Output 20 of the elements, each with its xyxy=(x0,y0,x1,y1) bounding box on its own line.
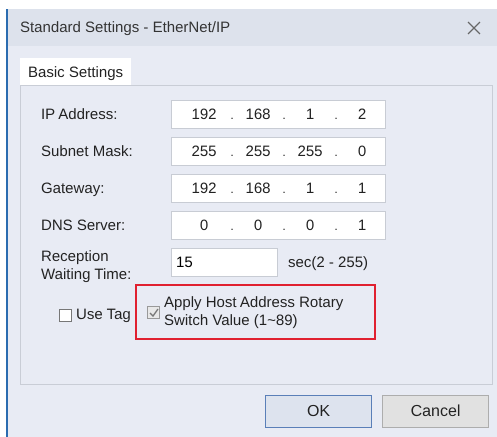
field-label: Gateway: xyxy=(41,180,106,197)
field-label: Reception Waiting Time: xyxy=(41,248,132,284)
ip-address-field[interactable]: 0 . 0 . 0 . 1 xyxy=(171,211,386,240)
tab[interactable]: Basic Settings xyxy=(20,58,132,85)
checkbox-label: Use Tag xyxy=(76,306,131,324)
field-label: DNS Server: xyxy=(41,217,126,234)
window-title: Standard Settings - EtherNet/IP xyxy=(20,19,230,36)
ip-address-field[interactable]: 192 . 168 . 1 . 2 xyxy=(171,100,386,129)
input-field[interactable]: 15 xyxy=(171,248,278,277)
field-label: Subnet Mask: xyxy=(41,143,134,160)
checkbox[interactable] xyxy=(59,308,72,322)
close-icon[interactable] xyxy=(467,20,481,34)
ip-address-field[interactable]: 192 . 168 . 1 . 1 xyxy=(171,174,386,203)
ip-address-field[interactable]: 255 . 255 . 255 . 0 xyxy=(171,137,386,166)
dialog-button[interactable]: OK xyxy=(265,395,372,428)
dialog-button[interactable]: Cancel xyxy=(382,395,489,428)
unit-label: sec(2 - 255) xyxy=(288,253,368,273)
checkbox-label: Apply Host Address Rotary Switch Value (1~89) xyxy=(164,294,344,330)
field-label: IP Address: xyxy=(41,106,118,123)
checkbox[interactable] xyxy=(147,306,160,318)
